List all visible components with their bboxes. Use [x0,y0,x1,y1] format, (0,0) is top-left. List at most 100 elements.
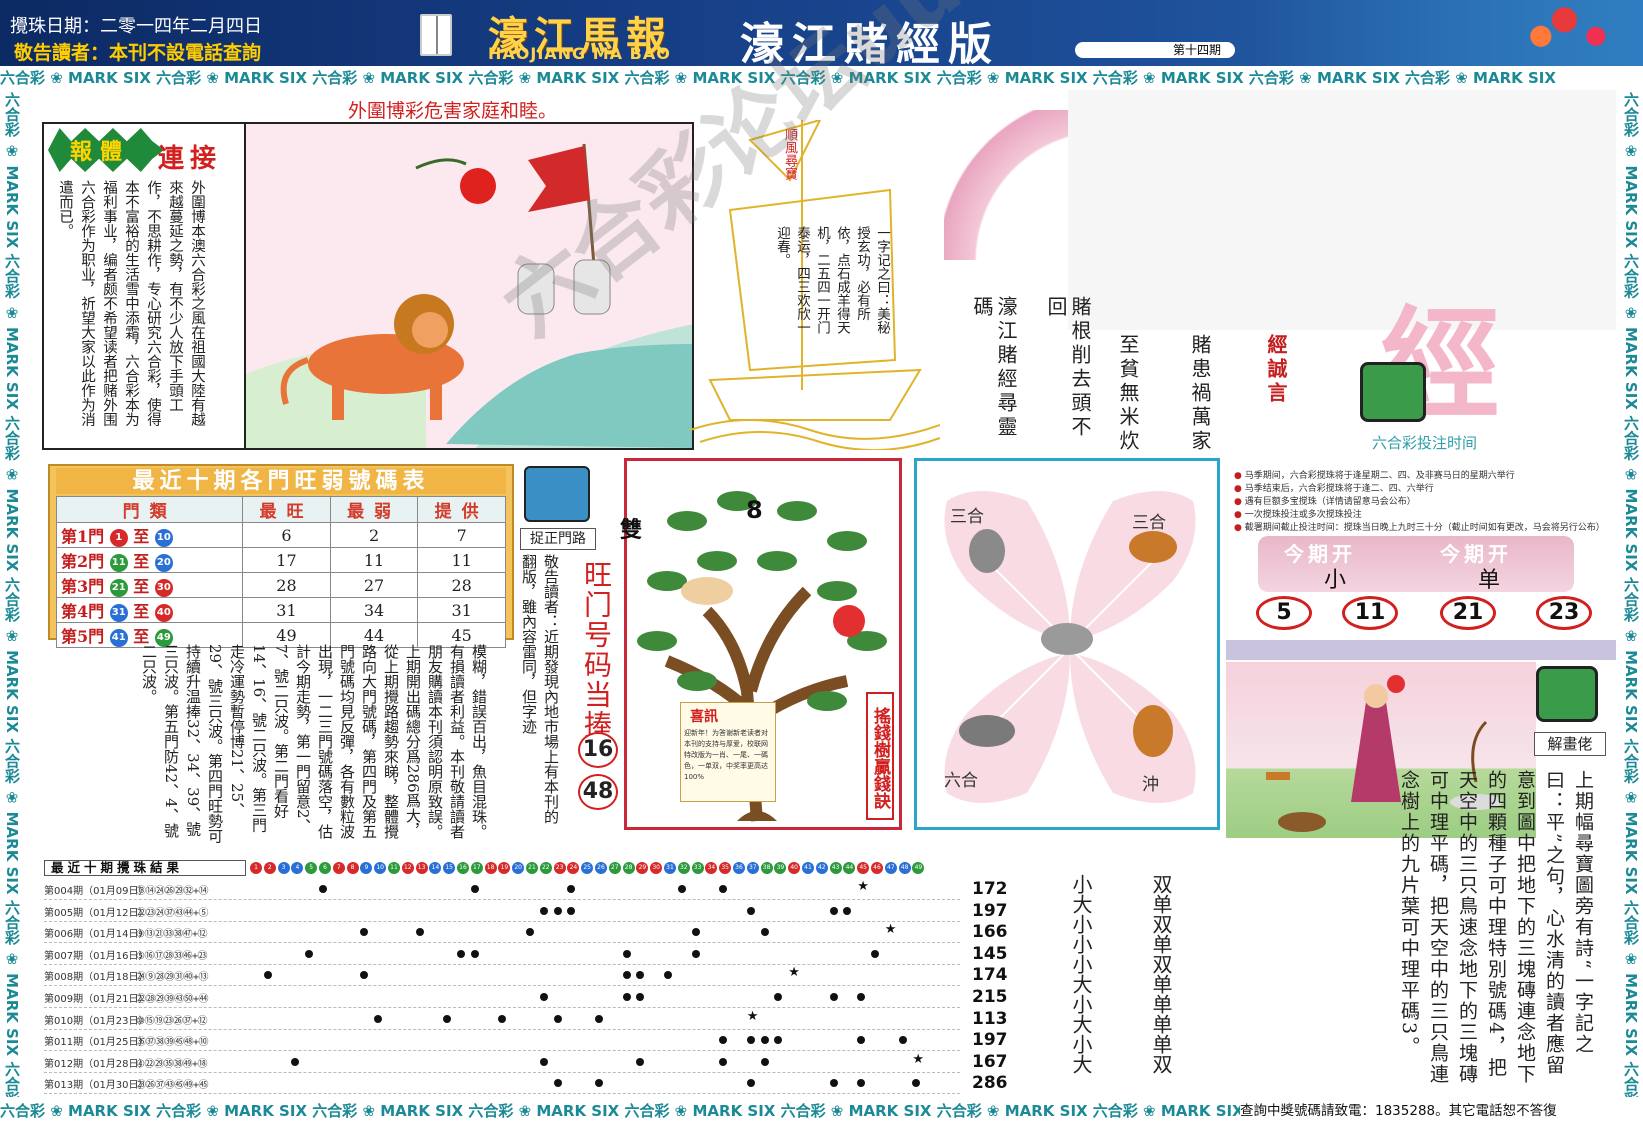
ball-number: 36 [733,862,745,874]
ball-number: 37 [746,862,759,874]
drawn-ball-mark [829,993,838,1001]
result-row: 第009期（01月21日） ㉒㉘㉙㊴㊸㊿+㊹ 215 [44,986,1008,1008]
badge-link-label: 連接 [158,144,223,174]
good-news-text: 迎新年！为答谢新老读者对本刊的支持与厚爱，校联网特改版为一肖、一尾、一碼色，一单… [684,729,768,781]
ball-number: 27 [608,862,621,874]
result-issue: 第006期（01月14日） [44,929,149,941]
drawn-ball-mark [636,1057,645,1066]
drawn-ball-mark [360,928,369,937]
ball-number: 46 [871,862,883,874]
start-ball: 11 [109,553,128,572]
ball-number: 29 [636,862,649,874]
zodiac-label-tr: 三合 [1132,513,1166,533]
end-ball: 40 [154,603,173,622]
ball-number: 6 [319,862,331,874]
hot-cell: 31 [242,597,331,623]
door-label: 第4門 [61,602,105,621]
to-label: 至 [133,577,150,596]
drawn-ball-mark [746,1079,755,1088]
issue-number: 第十四期 [1075,42,1235,58]
ball-number: 12 [401,862,414,874]
end-ball: 30 [154,578,173,597]
result-numbers: ⑤⑯⑰㉘㉝㊻+㉓ [136,950,208,962]
result-issue: 第005期（01月12日） [44,907,149,919]
ball-number: 40 [788,862,801,874]
saying-col-2: 賭根削去頭不回 [1044,296,1092,440]
weak-cell: 27 [329,572,419,598]
hot-number-table: 門類 最旺 最弱 提供 第1門 1 至 10 6 2 7 第2門 11 至 20… [55,496,506,648]
drawn-ball-mark [498,1014,507,1023]
result-sum: 215 [972,987,1008,1007]
weak-cell: 2 [329,522,419,548]
ball-number: 22 [539,862,552,874]
reader-notice: 敬告讀者：本刊不設電話查詢 [14,42,262,64]
give-cell: 28 [417,572,506,598]
ball-number: 38 [760,862,773,874]
result-numbers: ⑬⑭㉔㉖㉙㉜+⑭ [136,886,209,897]
story-explainer-label: 解畫佬 [1534,732,1606,756]
door-label: 第2門 [61,552,105,571]
result-numbers: ㉔⑨㉘㉙㉛㊵+⑬ [136,972,209,984]
drawn-ball-mark [857,1036,866,1045]
result-numbers: ㉟㊲㊳㊴㊺㊽+⑩ [136,1037,209,1049]
result-numbers: ④㉒㉙㉟㊳㊾+⑱ [136,1058,208,1070]
zodiac-label-bl: 六合 [944,771,978,791]
ball-number: 10 [374,862,387,874]
drawn-ball-mark [622,993,631,1001]
result-issue: 第013期（01月30日） [44,1080,149,1092]
hot-door-title: 旺门号码当捧 [580,560,613,740]
door-label: 第5門 [61,627,105,646]
ball-number: 47 [884,862,897,874]
drawn-ball-mark [843,906,852,915]
result-sum: 172 [972,879,1008,899]
to-label: 至 [133,602,150,621]
drawn-ball-mark [539,993,548,1001]
door-label: 第1門 [61,527,105,546]
bet-time-title: 六合彩投注时间 [1372,434,1478,452]
drawn-ball-mark [719,1057,728,1066]
col-header: 最旺 [242,496,331,523]
hot-door-number: 48 [578,774,618,810]
result-numbers: ㉒㉘㉙㊴㊸㊿+㊹ [136,994,209,1005]
bottom-border-strip: 六合彩 ❀ MARK SIX 六合彩 ❀ MARK SIX 六合彩 ❀ MARK… [0,1098,1240,1124]
result-sum: 197 [972,900,1008,921]
book-icon [420,14,452,56]
table-row: 第1門 1 至 10 6 2 7 [55,522,506,548]
drawn-ball-mark [539,906,548,915]
drawn-ball-mark [553,1079,562,1088]
story-separator [1226,640,1616,660]
ball-number: 9 [360,862,373,874]
hot-table-title: 最近十期各門旺弱號碼表 [56,468,506,494]
drawn-ball-mark [374,1014,383,1023]
hot-cell: 17 [242,547,331,573]
open-size-value: 小 [1324,568,1347,593]
start-ball: 1 [109,528,128,547]
drawn-ball-mark [553,1014,562,1023]
size-column: 小大小小小大小大小大 [1069,874,1093,1074]
open-odd-value: 单 [1478,568,1501,593]
result-sum: 145 [972,943,1008,964]
hand-pointing-icon [1360,362,1426,422]
ball-number: 14 [429,862,442,874]
saying-col-5: 經誠言 [1264,334,1288,406]
warning-text: 外圍博本澳六合彩之風在祖國大陸有越來越蔓延之勢，有不少人放下手頭工作，不思耕作，… [57,180,205,427]
drawn-ball-mark: ★ [788,965,800,981]
weak-cell: 11 [329,547,419,573]
ball-number: 19 [498,862,511,874]
table-row: 第2門 11 至 20 17 11 11 [55,547,506,573]
drawn-ball-mark [746,1036,755,1045]
ball-number: 43 [829,862,842,874]
bet-note: 马季期间，六合彩搅珠将于逢星期二、四、及非赛马日的星期六举行 [1234,470,1616,483]
result-sum: 166 [972,922,1008,943]
ball-number: 8 [346,862,359,874]
draw-date: 攪珠日期：二零一四年二月四日 [10,16,262,37]
open-label-2: 今期开 [1440,542,1512,566]
result-row: 第010期（01月23日） ⑩⑮⑲㉓㉖㊲+⑫ ★ 113 [44,1008,1008,1030]
to-label: 至 [133,552,150,571]
result-numbers: ㉒㉓㉔㊲㊸㊹+⑤ [136,907,209,919]
drawn-ball-mark [470,949,479,958]
door-path-label: 捉正門路 [520,528,596,550]
give-cell: 11 [417,547,506,573]
col-header: 最弱 [329,496,419,523]
drawn-ball-mark [760,1036,769,1045]
